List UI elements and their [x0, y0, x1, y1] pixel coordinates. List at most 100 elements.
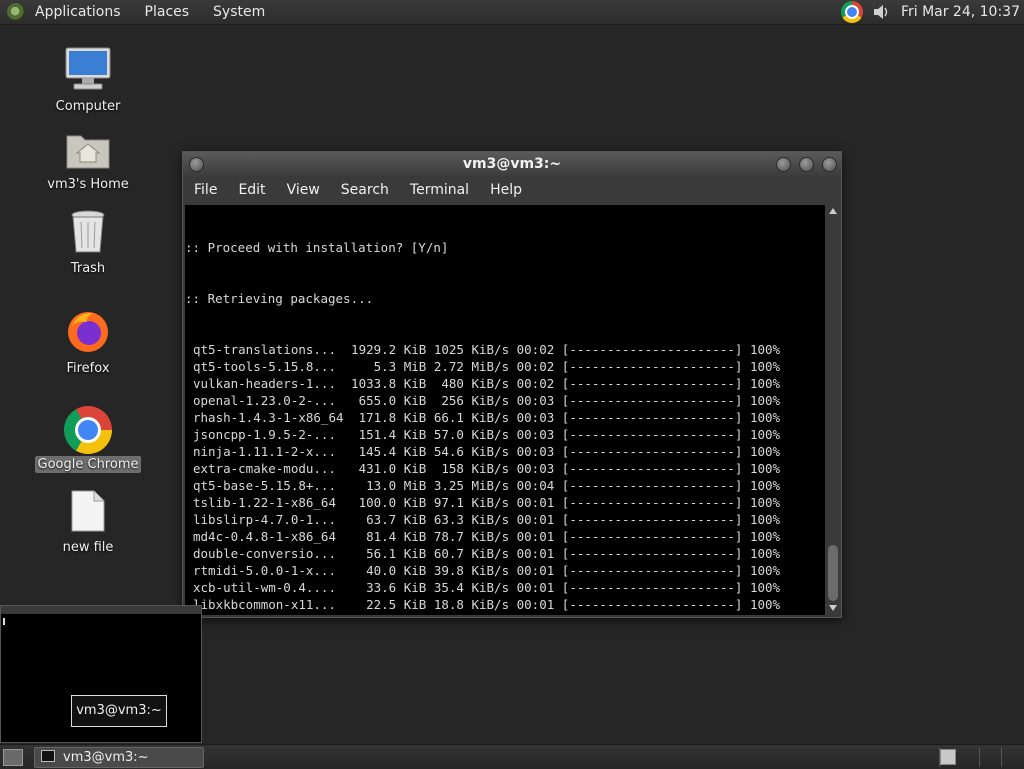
- download-rate: 63.3 KiB/s: [426, 512, 510, 527]
- package-size: 145.4 KiB: [351, 444, 427, 459]
- download-time: 00:01: [509, 546, 562, 561]
- download-rate: 2.72 MiB/s: [426, 359, 510, 374]
- top-panel: Applications Places System Fri Mar 24, 1…: [0, 0, 1024, 25]
- download-time: 00:03: [509, 410, 562, 425]
- package-name: xcb-util-wm-0.4....: [193, 580, 352, 595]
- menu-applications[interactable]: Applications: [35, 1, 130, 23]
- package-name: jsoncpp-1.9.5-2-...: [193, 427, 352, 442]
- package-name: tslib-1.22-1-x86_64: [193, 495, 352, 510]
- download-row: xcb-util-wm-0.4.... 33.6 KiB 35.4 KiB/s …: [185, 579, 825, 596]
- download-rate: 60.7 KiB/s: [426, 546, 510, 561]
- chrome-icon[interactable]: [840, 1, 863, 23]
- download-rate: 480 KiB/s: [426, 376, 510, 391]
- window-preview-thumbnail[interactable]: vm3@vm3:~: [0, 605, 202, 743]
- download-row: extra-cmake-modu... 431.0 KiB 158 KiB/s …: [185, 460, 825, 477]
- desktop-icon-home[interactable]: vm3's Home: [33, 130, 143, 193]
- scrollbar-thumb[interactable]: [828, 545, 838, 601]
- taskbar-item-terminal[interactable]: vm3@vm3:~: [34, 747, 204, 768]
- progress-bar: [----------------------]: [561, 410, 743, 425]
- desktop-icon-computer[interactable]: Computer: [33, 46, 143, 115]
- download-rate: 13.6 KiB/s: [426, 614, 509, 615]
- download-row: xcb-util-image-0... 17.5 KiB 13.6 KiB/s …: [185, 613, 825, 615]
- progress-bar: [----------------------]: [561, 597, 743, 612]
- download-rate: 18.8 KiB/s: [426, 597, 510, 612]
- download-time: 00:01: [509, 580, 562, 595]
- menu-places[interactable]: Places: [145, 1, 199, 23]
- download-rate: 1025 KiB/s: [426, 342, 510, 357]
- menu-file[interactable]: File: [194, 182, 217, 198]
- menu-system[interactable]: System: [213, 1, 274, 23]
- progress-percent: 100%: [742, 478, 781, 493]
- package-name: qt5-base-5.15.8+...: [193, 478, 352, 493]
- progress-percent: 100%: [742, 410, 781, 425]
- terminal-output[interactable]: :: Proceed with installation? [Y/n] :: R…: [185, 205, 825, 615]
- download-row: double-conversio... 56.1 KiB 60.7 KiB/s …: [185, 545, 825, 562]
- workspace-switcher[interactable]: [940, 749, 956, 765]
- menu-help[interactable]: Help: [490, 182, 522, 198]
- progress-percent: 100%: [742, 495, 781, 510]
- panel-divider: [1001, 747, 1002, 767]
- progress-bar: [----------------------]: [561, 563, 743, 578]
- menu-search[interactable]: Search: [341, 182, 389, 198]
- maximize-button[interactable]: [799, 157, 814, 172]
- scroll-down-arrow-icon[interactable]: [829, 605, 837, 611]
- window-menu-button[interactable]: [189, 157, 204, 172]
- scroll-up-arrow-icon[interactable]: [829, 208, 837, 214]
- progress-percent: 100%: [742, 444, 781, 459]
- package-size: 13.0 MiB: [351, 478, 427, 493]
- download-rate: 256 KiB/s: [426, 393, 510, 408]
- package-name: rhash-1.4.3-1-x86_64: [193, 410, 352, 425]
- file-icon: [71, 490, 105, 532]
- terminal-icon: [41, 750, 55, 762]
- speaker-icon[interactable]: [871, 2, 891, 22]
- package-size: 40.0 KiB: [351, 563, 427, 578]
- download-rate: 35.4 KiB/s: [426, 580, 510, 595]
- package-name: xcb-util-image-0...: [193, 614, 351, 615]
- download-time: 00:01: [509, 529, 562, 544]
- desktop-icon-label: new file: [62, 540, 114, 555]
- download-row: rtmidi-5.0.0-1-x... 40.0 KiB 39.8 KiB/s …: [185, 562, 825, 579]
- download-row: ninja-1.11.1-2-x... 145.4 KiB 54.6 KiB/s…: [185, 443, 825, 460]
- package-name: extra-cmake-modu...: [193, 461, 352, 476]
- window-titlebar[interactable]: vm3@vm3:~: [183, 152, 841, 176]
- progress-bar: [----------------------]: [561, 359, 743, 374]
- desktop-icon-chrome[interactable]: Google Chrome: [33, 406, 143, 473]
- progress-percent: 100%: [742, 461, 781, 476]
- panel-divider: [979, 747, 980, 767]
- terminal-menubar: File Edit View Search Terminal Help: [183, 176, 841, 204]
- bottom-panel: vm3@vm3:~: [0, 744, 1024, 769]
- terminal-window[interactable]: vm3@vm3:~ File Edit View Search Terminal…: [182, 151, 842, 618]
- trash-icon: [71, 210, 105, 253]
- download-row: qt5-base-5.15.8+... 13.0 MiB 3.25 MiB/s …: [185, 477, 825, 494]
- menu-terminal[interactable]: Terminal: [410, 182, 469, 198]
- progress-bar: [----------------------]: [561, 376, 743, 391]
- desktop-icon-trash[interactable]: Trash: [33, 210, 143, 277]
- clock[interactable]: Fri Mar 24, 10:37: [901, 4, 1020, 20]
- download-time: 00:03: [509, 461, 562, 476]
- distro-logo-icon[interactable]: [7, 3, 25, 21]
- desktop-icon-firefox[interactable]: Firefox: [33, 308, 143, 377]
- desktop-icon-new-file[interactable]: new file: [33, 489, 143, 556]
- download-time: 00:02: [509, 376, 562, 391]
- progress-bar: [----------------------]: [561, 393, 743, 408]
- download-time: 00:02: [509, 342, 562, 357]
- menu-view[interactable]: View: [287, 182, 320, 198]
- package-size: 1929.2 KiB: [351, 342, 427, 357]
- menu-edit[interactable]: Edit: [238, 182, 265, 198]
- download-rate: 158 KiB/s: [426, 461, 510, 476]
- package-size: 171.8 KiB: [351, 410, 427, 425]
- progress-bar: [----------------------]: [561, 512, 743, 527]
- download-row: jsoncpp-1.9.5-2-... 151.4 KiB 57.0 KiB/s…: [185, 426, 825, 443]
- show-desktop-icon[interactable]: [3, 749, 23, 766]
- download-row: qt5-tools-5.15.8... 5.3 MiB 2.72 MiB/s 0…: [185, 358, 825, 375]
- progress-bar: [----------------------]: [562, 614, 743, 615]
- close-button[interactable]: [822, 157, 837, 172]
- terminal-scrollbar[interactable]: [827, 205, 839, 615]
- download-row: rhash-1.4.3-1-x86_64 171.8 KiB 66.1 KiB/…: [185, 409, 825, 426]
- package-size: 63.7 KiB: [351, 512, 427, 527]
- package-size: 100.0 KiB: [351, 495, 427, 510]
- minimize-button[interactable]: [776, 157, 791, 172]
- download-row: tslib-1.22-1-x86_64 100.0 KiB 97.1 KiB/s…: [185, 494, 825, 511]
- package-size: 5.3 MiB: [351, 359, 427, 374]
- download-rate: 54.6 KiB/s: [426, 444, 510, 459]
